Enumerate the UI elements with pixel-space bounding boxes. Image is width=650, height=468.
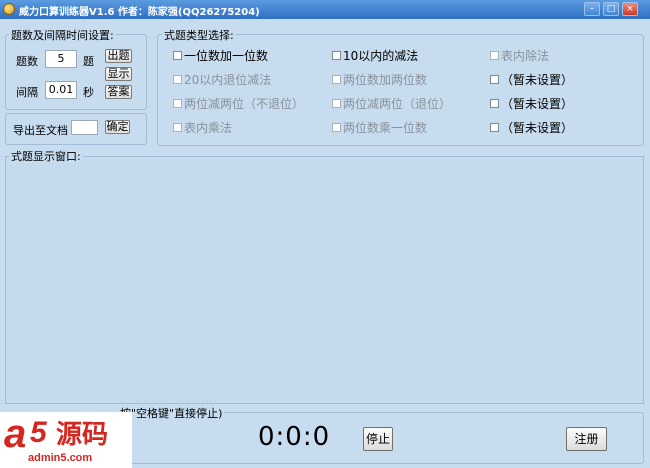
option-label: （暂未设置） (501, 73, 574, 87)
option-borrow-sub-within-20[interactable]: 20以内退位减法 (173, 71, 271, 88)
option-label: 一位数加一位数 (184, 49, 269, 63)
interval-input[interactable]: 0.01 (45, 81, 77, 99)
option-label: 表内乘法 (184, 121, 233, 135)
count-unit: 题 (83, 55, 94, 68)
export-ok-button[interactable]: 确定 (105, 120, 130, 134)
minimize-button[interactable]: – (584, 2, 600, 16)
option-label: 两位减两位（退位） (343, 97, 452, 111)
interval-unit: 秒 (83, 86, 94, 99)
stop-button[interactable]: 停止 (363, 427, 393, 451)
option-two-digit-sub-no-borrow[interactable]: 两位减两位（不退位） (173, 95, 304, 112)
checkbox[interactable] (490, 123, 499, 132)
watermark-digit-5: 5 (30, 416, 47, 449)
watermark-letter-a: a (4, 412, 27, 456)
export-label: 导出至文档 (13, 124, 68, 137)
hint-label: 按"空格键"直接停止) (118, 405, 225, 421)
option-table-division[interactable]: 表内除法 (490, 47, 549, 64)
checkbox[interactable] (173, 51, 182, 60)
generate-button[interactable]: 出题 (105, 49, 132, 63)
option-label: 两位数加两位数 (343, 73, 428, 87)
checkbox[interactable] (173, 99, 182, 108)
maximize-button[interactable]: □ (603, 2, 619, 16)
option-label: 两位数乘一位数 (343, 121, 428, 135)
option-sub-within-10[interactable]: 10以内的减法 (332, 47, 418, 64)
checkbox[interactable] (490, 99, 499, 108)
option-label: 20以内退位减法 (184, 73, 272, 87)
settings-group-label: 题数及间隔时间设置: (9, 27, 116, 43)
option-two-digit-add[interactable]: 两位数加两位数 (332, 71, 427, 88)
types-group-label: 式题类型选择: (162, 27, 236, 43)
interval-label: 间隔 (16, 86, 38, 99)
answer-button[interactable]: 答案 (105, 85, 132, 99)
window-title: 威力口算训练器V1.6 作者：陈家强(QQ26275204) (19, 7, 260, 18)
show-button[interactable]: 显示 (105, 67, 132, 81)
close-button[interactable]: × (622, 2, 638, 16)
checkbox[interactable] (490, 75, 499, 84)
watermark-brand-text: 源码 (56, 420, 109, 450)
watermark-url: admin5.com (28, 452, 93, 464)
register-button[interactable]: 注册 (566, 427, 607, 451)
option-two-by-one-multiply[interactable]: 两位数乘一位数 (332, 119, 427, 136)
question-display-area[interactable] (5, 156, 644, 404)
option-label: 表内除法 (501, 49, 550, 63)
option-unset-1[interactable]: （暂未设置） (490, 71, 573, 88)
app-icon (3, 3, 15, 15)
checkbox[interactable] (173, 75, 182, 84)
option-label: 10以内的减法 (343, 49, 419, 63)
option-two-digit-sub-borrow[interactable]: 两位减两位（退位） (332, 95, 451, 112)
option-label: 两位减两位（不退位） (184, 97, 305, 111)
option-unset-2[interactable]: （暂未设置） (490, 95, 573, 112)
option-unset-3[interactable]: （暂未设置） (490, 119, 573, 136)
checkbox[interactable] (332, 75, 341, 84)
option-label: （暂未设置） (501, 121, 574, 135)
option-one-digit-add[interactable]: 一位数加一位数 (173, 47, 268, 64)
count-label: 题数 (16, 55, 38, 68)
export-input[interactable] (71, 120, 98, 135)
checkbox[interactable] (490, 51, 499, 60)
display-group-label: 式题显示窗口: (9, 148, 83, 164)
checkbox[interactable] (332, 51, 341, 60)
option-table-multiplication[interactable]: 表内乘法 (173, 119, 232, 136)
checkbox[interactable] (332, 123, 341, 132)
checkbox[interactable] (173, 123, 182, 132)
option-label: （暂未设置） (501, 97, 574, 111)
timer-display: 0:0:0 (258, 422, 331, 452)
checkbox[interactable] (332, 99, 341, 108)
count-input[interactable]: 5 (45, 50, 77, 68)
